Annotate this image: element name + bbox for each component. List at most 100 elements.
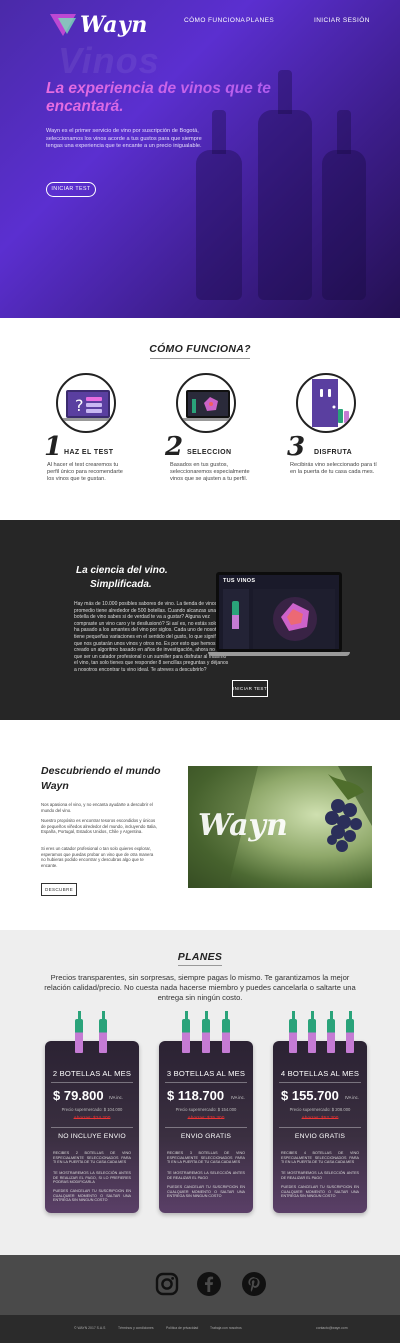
laptop-mockup: TUS VINOS xyxy=(216,572,342,652)
divider xyxy=(279,1127,361,1128)
laptop-chart-icon xyxy=(182,390,234,421)
wine-bottle-icon xyxy=(346,1011,354,1053)
bottle-silhouette xyxy=(258,110,312,300)
discover-section: Descubriendo el mundo Wayn Nos apasiona … xyxy=(0,720,400,930)
facebook-icon[interactable] xyxy=(196,1271,222,1297)
step-1-title: HAZ EL TEST xyxy=(64,449,114,456)
wine-bottle-icon xyxy=(308,1011,316,1053)
plan-shipping: ENVIO GRATIS xyxy=(180,1133,232,1140)
step-1-text: Al hacer el test crearemos tu perfil úni… xyxy=(47,462,123,482)
step-2-illustration xyxy=(176,373,236,433)
vineyard-photo: Wayn xyxy=(188,766,372,888)
hero-text: Wayn es el primer servicio de vino por s… xyxy=(46,128,202,150)
wine-bottle-icon xyxy=(75,1011,83,1053)
step-3-illustration xyxy=(296,373,356,433)
divider xyxy=(51,1127,133,1128)
step-2-text: Basados en tus gustos, seleccionaremos e… xyxy=(170,462,250,482)
plan-card[interactable]: 3 BOTELLAS AL MES $ 118.700 IVA inc. Pre… xyxy=(159,1011,253,1213)
discover-title: Descubriendo el mundo Wayn xyxy=(41,764,161,794)
step-1-number: 1 xyxy=(44,432,63,462)
science-title: La ciencia del vino. Simplificada. xyxy=(76,564,168,592)
discover-button[interactable]: DESCUBRE xyxy=(41,883,77,896)
step-3-number: 3 xyxy=(287,432,306,462)
footer-copyright: © WAYN 2017 S.A.S xyxy=(74,1326,106,1330)
hero-title: La experiencia de vinos que te encantará… xyxy=(46,80,276,116)
plan-feature: TE MOSTRAREMOS LA SELECCIÓN ANTES DE REA… xyxy=(53,1171,131,1184)
plans-intro: Precios transparentes, sin sorpresas, si… xyxy=(44,973,356,1002)
divider xyxy=(165,1082,247,1083)
discover-paragraph-3: Si eres un catador profesional o tan sol… xyxy=(41,846,154,868)
step-3-text: Recibirás vino seleccionado para tí en l… xyxy=(290,462,377,475)
logo-mark-icon xyxy=(50,14,76,36)
nav-iniciar-sesion[interactable]: INICIAR SESIÓN xyxy=(314,17,370,24)
wine-bottle-icon xyxy=(289,1011,297,1053)
wine-bottle-icon xyxy=(182,1011,190,1053)
wine-bottle-icon xyxy=(222,1011,230,1053)
footer-link-jobs[interactable]: Trabaja con nosotros xyxy=(210,1326,242,1330)
pinterest-icon[interactable] xyxy=(241,1271,267,1297)
door-wine-icon xyxy=(312,379,349,427)
plans-section: PLANES Precios transparentes, sin sorpre… xyxy=(0,930,400,1255)
step-1-illustration: ? xyxy=(56,373,116,433)
step-2-title: SELECCION xyxy=(187,449,232,456)
plan-name: 2 BOTELLAS AL MES xyxy=(52,1069,132,1078)
plan-savings: Ahorras: $35.300 xyxy=(187,1116,225,1121)
title-underline xyxy=(178,965,222,966)
plan-feature: PUEDES CANCELAR TU SUSCRIPCION EN CUALQU… xyxy=(167,1185,245,1198)
plan-name: 3 BOTELLAS AL MES xyxy=(166,1069,246,1078)
plan-super-price: Precio supermercado: $ 208.000 xyxy=(289,1107,351,1112)
brand-logo[interactable]: Wayn xyxy=(50,12,148,38)
plan-feature: PUEDES CANCELAR TU SUSCRIPCION EN CUALQU… xyxy=(281,1185,359,1198)
plan-feature: RECIBES 2 BOTELLAS DE VINO ESPECIALMENTE… xyxy=(53,1151,131,1164)
wine-bottle-icon xyxy=(99,1011,107,1053)
nav-planes[interactable]: PLANES xyxy=(246,17,274,24)
divider xyxy=(279,1082,361,1083)
nav-como-funciona[interactable]: CÓMO FUNCIONA xyxy=(184,17,245,24)
plan-feature: TE MOSTRAREMOS LA SELECCIÓN ANTES DE REA… xyxy=(167,1171,245,1180)
plan-savings: Ahorras: $52.300 xyxy=(301,1116,339,1121)
bottle-silhouette xyxy=(322,150,366,300)
laptop-base xyxy=(208,652,350,656)
plans-title: PLANES xyxy=(177,951,223,963)
divider xyxy=(51,1082,133,1083)
wine-bottle-icon xyxy=(202,1011,210,1053)
wine-bottle-icon xyxy=(327,1011,335,1053)
plan-price: $ 155.700 xyxy=(281,1088,339,1103)
plan-card[interactable]: 2 BOTELLAS AL MES $ 79.800 IVA inc. Prec… xyxy=(45,1011,139,1213)
plan-shipping: ENVIO GRATIS xyxy=(294,1133,346,1140)
discover-title-line-1: Descubriendo el mundo xyxy=(41,765,161,777)
divider xyxy=(165,1127,247,1128)
discover-title-line-2: Wayn xyxy=(41,780,69,792)
photo-logo-text: Wayn xyxy=(198,808,288,843)
hero-start-test-button[interactable]: INICIAR TEST xyxy=(46,182,96,197)
science-title-line-2: Simplificada. xyxy=(90,579,152,590)
discover-paragraph-1: Nos apasiona el vino, y no encanta ayuda… xyxy=(41,802,153,813)
plan-feature: RECIBES 4 BOTELLAS DE VINO ESPECIALMENTE… xyxy=(281,1151,359,1164)
plan-shipping: NO INCLUYE ENVIO xyxy=(58,1133,126,1140)
plan-price: $ 118.700 xyxy=(167,1088,225,1103)
hero-section: Vinos Wayn CÓMO FUNCIONA PLANES INICIAR … xyxy=(0,0,400,318)
plan-iva: IVA inc. xyxy=(231,1095,245,1100)
science-start-test-button[interactable]: INICIAR TEST xyxy=(232,680,268,697)
footer-link-terms[interactable]: Términos y condiciones xyxy=(118,1326,154,1330)
how-it-works-title: CÓMO FUNCIONA? xyxy=(149,343,251,355)
plan-price: $ 79.800 xyxy=(53,1088,104,1103)
plan-card[interactable]: 4 BOTELLAS AL MES $ 155.700 IVA inc. Pre… xyxy=(273,1011,367,1213)
plan-name: 4 BOTELLAS AL MES xyxy=(280,1069,360,1078)
laptop-question-icon: ? xyxy=(62,390,114,421)
plan-feature: TE MOSTRAREMOS LA SELECCIÓN ANTES DE REA… xyxy=(281,1171,359,1180)
science-section: La ciencia del vino. Simplificada. Hay m… xyxy=(0,520,400,720)
plan-feature: RECIBES 3 BOTELLAS DE VINO ESPECIALMENTE… xyxy=(167,1151,245,1164)
plan-feature: PUEDES CANCELAR TU SUSCRIPCION EN CUALQU… xyxy=(53,1189,131,1202)
plan-savings: Ahorras: $24.200 xyxy=(73,1116,111,1121)
wine-profile-chart-icon xyxy=(223,589,335,649)
logo-wordmark: Wayn xyxy=(80,12,148,38)
instagram-icon[interactable] xyxy=(154,1271,180,1297)
footer-link-contact[interactable]: contacto@wayn.com xyxy=(316,1326,348,1330)
plan-super-price: Precio supermercado: $ 104.000 xyxy=(61,1107,123,1112)
step-3-title: DISFRUTA xyxy=(314,449,353,456)
science-text: Hay más de 10.000 posibles sabores de vi… xyxy=(74,601,230,673)
discover-paragraph-2: Nuestro propósito es encontrar tesoros e… xyxy=(41,818,157,834)
science-title-line-1: La ciencia del vino. xyxy=(76,565,168,576)
footer-link-privacy[interactable]: Política de privacidad xyxy=(166,1326,198,1330)
